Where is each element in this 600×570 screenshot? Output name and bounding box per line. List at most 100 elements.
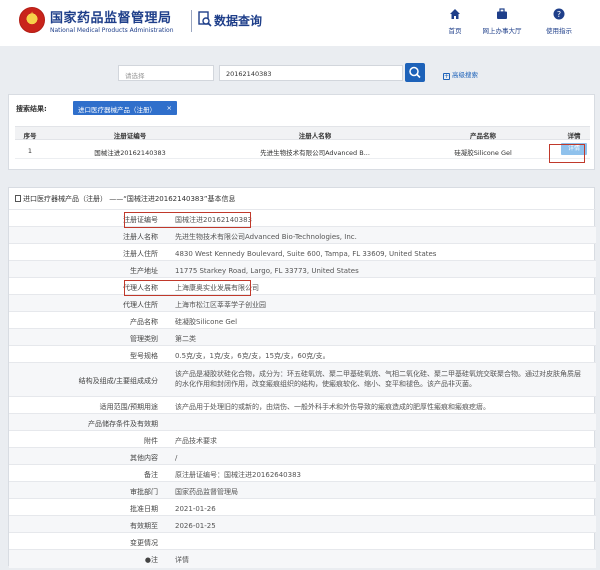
detail-value: 原注册证编号：国械注进20162640383 [175,471,301,479]
detail-row: 管理类别 第二类 [9,328,596,345]
detail-label: 适用范围/预期用途 [99,403,158,411]
detail-panel: 进口医疗器械产品（注册） ——“国械注进20162140383”基本信息 注册证… [8,187,596,568]
detail-value: 该产品用于处理旧的或新的，由烧伤、一般外科手术和外伤导致的瘢痕造成的肥厚性瘢痕和… [175,403,490,411]
detail-row: 附件 产品技术要求 [9,430,596,447]
detail-value: 4830 West Kennedy Boulevard, Suite 600, … [175,250,437,258]
detail-value: 0.5克/支，1克/支，6克/支，15克/支，60克/支。 [175,352,330,360]
detail-value [175,414,587,419]
detail-label: 管理类别 [130,335,158,343]
advanced-search-label: 高级搜索 [452,71,478,79]
row-registrant: 先进生物技术有限公司Advanced B... [260,149,370,157]
detail-row: 注册证编号 国械注进20162140383 [9,209,596,226]
detail-row: ●注 详情 [9,549,596,568]
detail-label: 注册人名称 [123,233,158,241]
advanced-search-link[interactable]: + 高级搜索 [443,69,478,80]
detail-label: ●注 [144,556,158,564]
plus-icon: + [443,73,450,80]
col-product: 产品名称 [470,132,496,140]
section-title: 数据查询 [214,14,263,28]
detail-row: 结构及组成/主要组成成分 该产品是凝胶状硅化合物，成分为：环五硅氧烷、聚二甲基硅氧… [9,362,596,396]
col-reg-no: 注册证编号 [113,132,147,140]
nav-usage-guide-label: 使用指示 [546,27,572,35]
search-input[interactable]: 20162140383 [219,65,403,81]
results-label: 搜索结果: [16,105,47,113]
nav-online-hall-label: 网上办事大厅 [482,27,522,35]
detail-label: 其他内容 [130,454,158,462]
detail-row: 生产地址 11775 Starkey Road, Largo, FL 33773,… [9,260,596,277]
detail-title: 进口医疗器械产品（注册） ——“国械注进20162140383”基本信息 [15,194,235,204]
detail-button-highlight [549,144,585,163]
detail-label: 型号规格 [130,352,158,360]
home-icon [450,9,460,19]
detail-row: 注册人住所 4830 West Kennedy Boulevard, Suite … [9,243,596,260]
data-query-icon [198,11,212,27]
detail-label: 批准日期 [130,505,158,513]
detail-row: 注册人名称 先进生物技术有限公司Advanced Bio-Technologies… [9,226,596,243]
detail-value [175,533,587,538]
detail-value: 国家药品监督管理局 [175,488,238,496]
col-index: 序号 [23,132,37,140]
row-product: 硅凝胶Silicone Gel [454,149,512,157]
detail-row: 批准日期 2021-01-26 [9,498,596,515]
close-icon[interactable]: × [167,104,172,112]
detail-value: 2026-01-25 [175,522,216,530]
detail-title-text: 进口医疗器械产品（注册） ——“国械注进20162140383”基本信息 [23,195,236,203]
detail-label: 备注 [144,471,158,479]
help-icon: ? [553,8,565,20]
detail-rows: 注册证编号 国械注进20162140383 注册人名称 先进生物技术有限公司Advan… [9,209,596,568]
detail-value: 产品技术要求 [175,437,217,445]
detail-row: 型号规格 0.5克/支，1克/支，6克/支，15克/支，60克/支。 [9,345,596,362]
detail-label: 代理人住所 [123,301,158,309]
header-divider [191,10,192,32]
search-button[interactable] [405,63,425,82]
detail-value: 先进生物技术有限公司Advanced Bio-Technologies, Inc… [175,233,357,241]
detail-value: / [175,454,178,462]
filter-tag-label: 进口医疗器械产品（注册） [78,106,156,114]
row-reg-no: 国械注进20162140383 [94,149,166,157]
search-icon [409,66,421,79]
briefcase-icon [497,8,507,19]
detail-row: 代理人名称 上海康奥实业发展有限公司 [9,277,596,294]
svg-text:?: ? [557,10,561,19]
detail-value: 该产品是凝胶状硅化合物，成分为：环五硅氧烷、聚二甲基硅氧烷、气相二氧化硅、聚二甲… [175,370,581,389]
agency-name-cn: 国家药品监督管理局 [50,11,172,26]
col-detail: 详情 [567,132,581,140]
document-icon [15,195,21,202]
nav-usage-guide[interactable]: ? 使用指示 [529,8,589,35]
detail-row: 审批部门 国家药品监督管理局 [9,481,596,498]
detail-label: 产品储存条件及有效期 [88,420,158,428]
detail-row: 产品名称 硅凝胶Silicone Gel [9,311,596,328]
detail-value: 硅凝胶Silicone Gel [175,318,238,326]
detail-row: 有效期至 2026-01-25 [9,515,596,532]
detail-row: 变更情况 [9,532,596,549]
col-registrant: 注册人名称 [298,132,332,140]
agent-name-highlight [124,280,251,296]
filter-tag[interactable]: 进口医疗器械产品（注册） × [73,101,177,115]
detail-value: 11775 Starkey Road, Largo, FL 33773, Uni… [175,267,359,275]
reg-no-highlight [124,212,251,228]
detail-label: 生产地址 [130,267,158,275]
detail-value: 2021-01-26 [175,505,216,513]
detail-label: 有效期至 [130,522,158,530]
detail-row: 适用范围/预期用途 该产品用于处理旧的或新的，由烧伤、一般外科手术和外伤导致的瘢痕… [9,396,596,413]
category-select[interactable]: 请选择 [118,65,214,81]
row-index: 1 [27,147,33,155]
detail-row: 其他内容 / [9,447,596,464]
detail-label: 附件 [144,437,158,445]
detail-row: 代理人住所 上海市松江区莘莘学子创业园 [9,294,596,311]
detail-label: 变更情况 [130,539,158,547]
national-emblem-icon: ★ [19,7,45,33]
nav-online-hall[interactable]: 网上办事大厅 [472,8,532,35]
site-header: ★ 国家药品监督管理局 National Medical Products Ad… [0,0,600,46]
detail-label: 注册人住所 [123,250,158,258]
detail-value: 第二类 [175,335,196,343]
detail-row: 备注 原注册证编号：国械注进20162640383 [9,464,596,481]
detail-label: 结构及组成/主要组成成分 [78,377,158,385]
detail-value: 上海市松江区莘莘学子创业园 [175,301,266,309]
results-table-header: 序号 注册证编号 注册人名称 产品名称 详情 [15,126,590,140]
detail-row: 产品储存条件及有效期 [9,413,596,430]
agency-name-en: National Medical Products Administration [50,27,174,34]
detail-label: 产品名称 [130,318,158,326]
search-results-panel: 搜索结果: 进口医疗器械产品（注册） × 序号 注册证编号 注册人名称 产品名称… [8,94,595,170]
detail-link[interactable]: 详情 [175,550,587,565]
